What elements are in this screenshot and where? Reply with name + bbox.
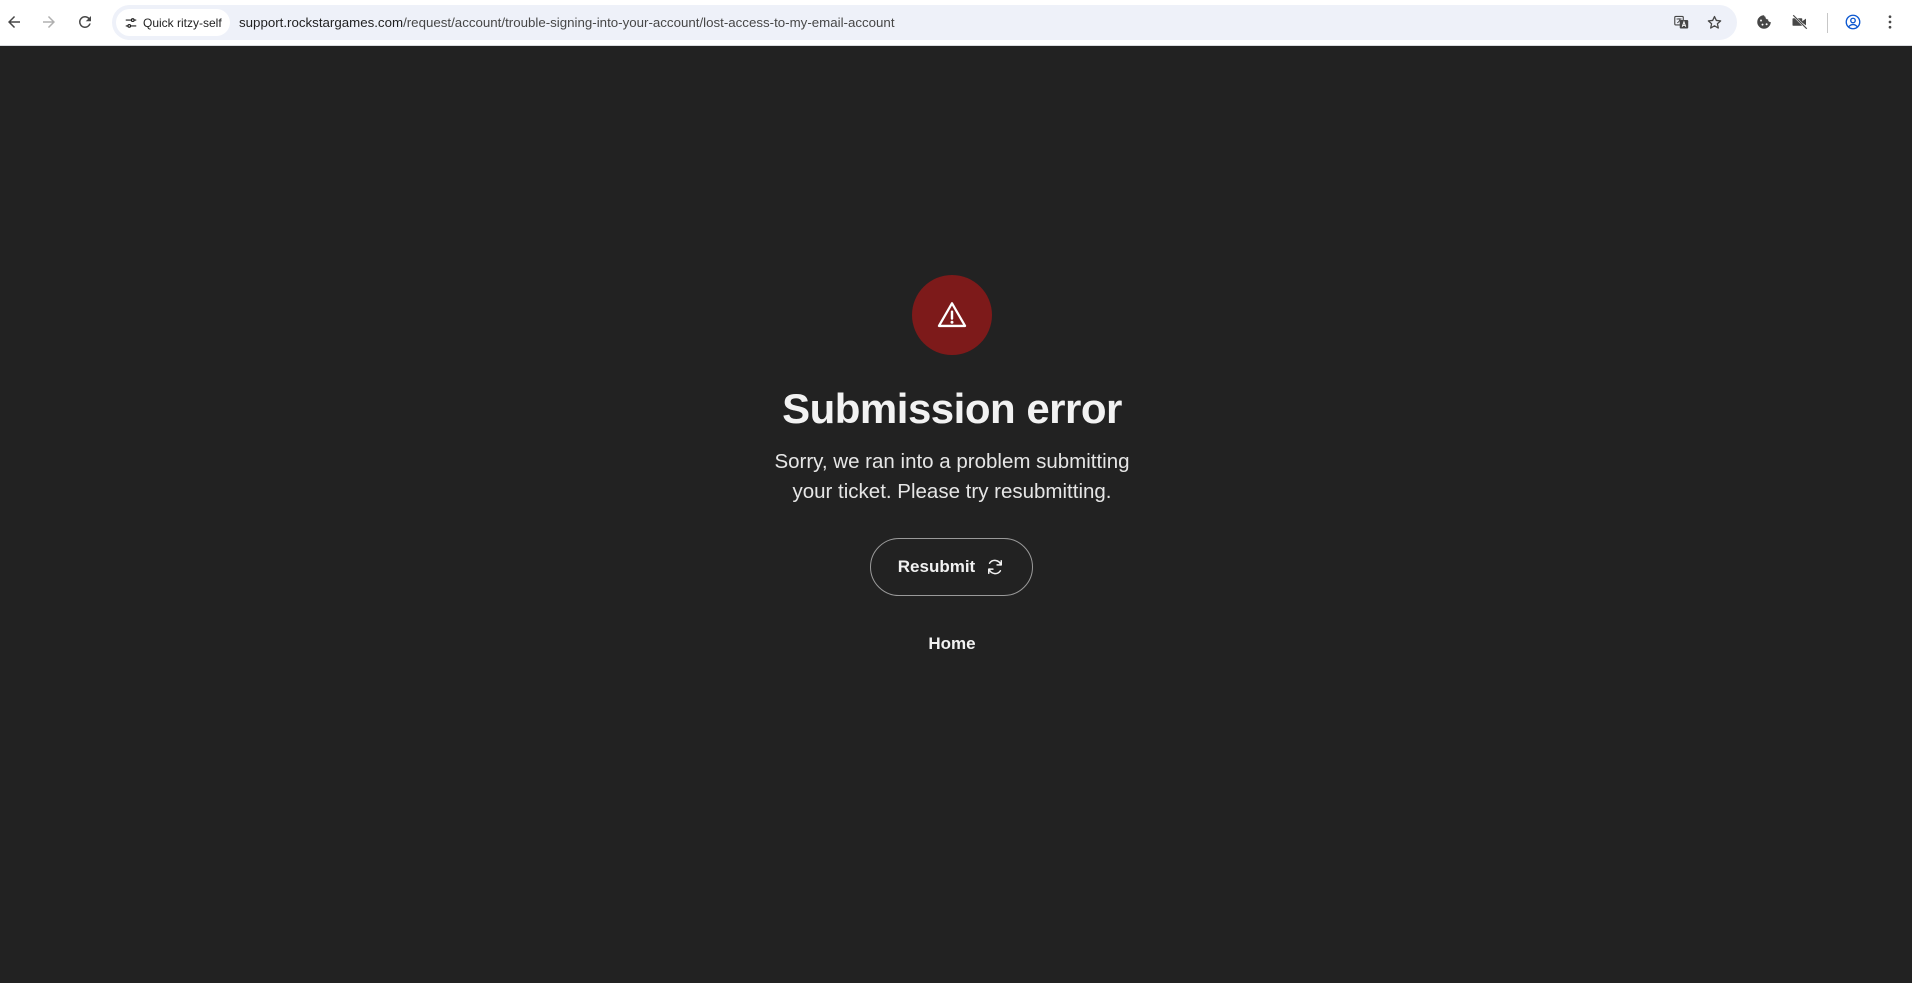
bookmark-button[interactable] <box>1703 11 1725 33</box>
cookie-icon <box>1757 15 1771 29</box>
site-info-chip[interactable]: Quick ritzy-self <box>116 9 230 36</box>
translate-button[interactable] <box>1670 11 1692 33</box>
tune-icon <box>125 17 137 28</box>
arrow-left-icon <box>8 16 20 28</box>
camera-off-icon <box>1792 14 1808 30</box>
reload-button[interactable] <box>71 8 99 36</box>
toolbar-divider <box>1827 13 1828 33</box>
menu-button[interactable] <box>1876 8 1904 36</box>
url-text[interactable]: support.rockstargames.com/request/accoun… <box>239 15 895 30</box>
reload-icon <box>78 15 91 28</box>
url-host: support.rockstargames.com <box>239 15 404 30</box>
account-circle-icon <box>1845 14 1861 30</box>
error-message: Sorry, we ran into a problem submitting … <box>774 450 1130 503</box>
url-path: /request/account/trouble-signing-into-yo… <box>403 15 895 30</box>
translate-icon <box>1673 15 1688 29</box>
error-title: Submission error <box>782 385 1122 432</box>
browser-toolbar: Quick ritzy-self support.rockstargames.c… <box>0 0 1912 46</box>
arrow-right-icon <box>43 16 55 28</box>
resubmit-button[interactable]: Resubmit <box>870 538 1033 596</box>
home-link-label[interactable]: Home <box>928 634 975 653</box>
refresh-icon <box>988 559 1003 575</box>
site-chip-label: Quick ritzy-self <box>143 15 222 30</box>
back-button[interactable] <box>0 8 28 36</box>
star-icon <box>1707 15 1721 29</box>
home-link[interactable]: Home <box>0 634 1904 654</box>
resubmit-label: Resubmit <box>897 557 976 576</box>
more-vertical-icon <box>1888 15 1892 29</box>
camera-blocked-button[interactable] <box>1786 8 1814 36</box>
address-bar[interactable]: Quick ritzy-self support.rockstargames.c… <box>112 5 1737 40</box>
forward-button[interactable] <box>35 8 63 36</box>
warning-triangle-icon <box>937 302 967 328</box>
error-icon-badge <box>912 275 992 355</box>
extension-button[interactable] <box>1750 8 1778 36</box>
profile-button[interactable] <box>1839 8 1867 36</box>
page-content <box>0 46 1912 983</box>
